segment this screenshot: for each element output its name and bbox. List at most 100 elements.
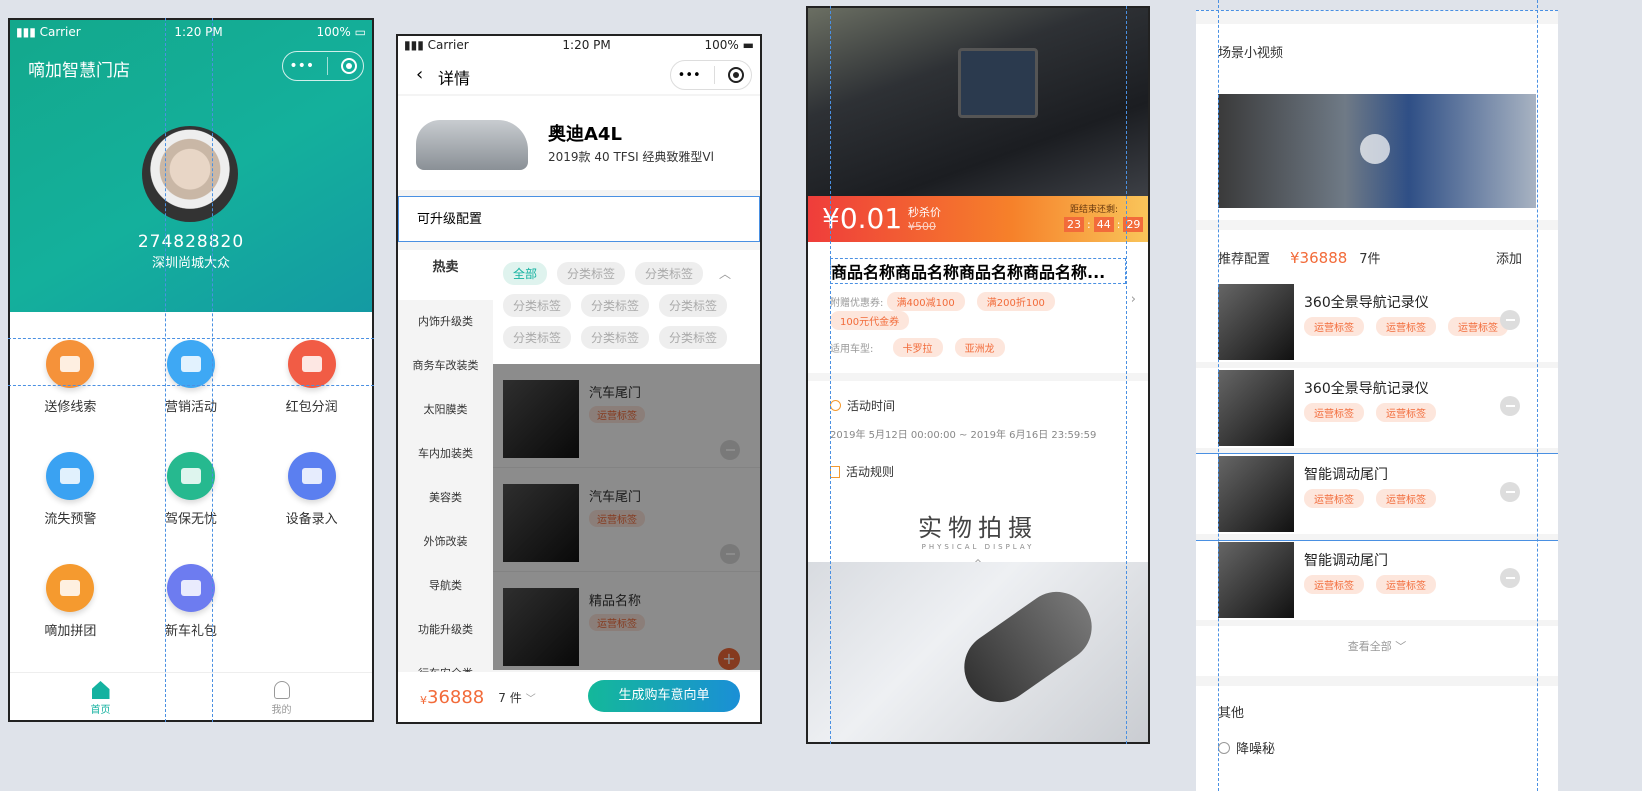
coupon-row: 附赠优惠券: 满400减100 满200折100100元代金券 › (830, 292, 1136, 330)
avatar[interactable] (142, 126, 238, 222)
category-tag[interactable]: 分类标签 (659, 294, 728, 317)
car-row: 适用车型: 卡罗拉 亚洲龙 (830, 338, 1126, 357)
tab-home[interactable]: 首页 (10, 673, 191, 720)
video-title: 场景小视频 (1218, 46, 1284, 61)
coupon-tag[interactable]: 满200折100 (976, 292, 1055, 311)
menu-item[interactable]: 设备录入 (251, 452, 372, 527)
recommend-price: ¥36888 (1290, 249, 1348, 267)
capsule-menu[interactable]: ••• (670, 60, 752, 90)
config-image (1218, 542, 1294, 618)
rules-row: 活动规则 (830, 463, 1126, 480)
clock-icon (830, 400, 841, 411)
category-item[interactable]: 功能升级类 (398, 608, 493, 652)
remove-icon[interactable] (1500, 482, 1520, 502)
recommend-label: 推荐配置 (1218, 252, 1271, 267)
remove-icon[interactable] (1500, 568, 1520, 588)
menu-item[interactable]: 红包分润 (251, 340, 372, 415)
config-image (1218, 370, 1294, 446)
menu-icon (46, 564, 95, 612)
car-tag: 亚洲龙 (954, 338, 1005, 357)
config-item[interactable]: 智能调动尾门 运营标签 运营标签 (1196, 453, 1558, 541)
guide-line (212, 18, 213, 722)
coupon-tag[interactable]: 100元代金券 (830, 311, 910, 330)
user-icon (273, 681, 290, 699)
guide-line (1537, 0, 1538, 791)
total-price: 36888 (427, 686, 485, 708)
chevron-down-icon[interactable]: ﹀ (526, 690, 536, 705)
category-tag[interactable]: 分类标签 (581, 294, 650, 317)
phone-screen-detail: ▮▮▮ Carrier 1:20 PM 100% ▬ ‹ 详情 ••• 奥迪A4… (396, 34, 762, 724)
flash-label: 秒杀价 (908, 206, 941, 219)
guide-line (830, 6, 831, 744)
add-button[interactable]: 添加 (1496, 248, 1522, 267)
remove-icon[interactable] (1500, 310, 1520, 330)
menu-item[interactable]: 嘀加拼团 (10, 564, 131, 639)
close-target-icon[interactable] (728, 67, 745, 83)
home-icon (91, 681, 110, 699)
item-count[interactable]: 7 件 (498, 689, 521, 706)
back-icon[interactable]: ‹ (416, 64, 423, 85)
video-section: 场景小视频 (1196, 24, 1558, 220)
tag-filter: 全部 分类标签 分类标签 ︿ 分类标签 分类标签 分类标签 分类标签 分类标签 … (493, 250, 760, 364)
bottom-bar: ¥ 36888 7 件 ﹀ 生成购车意向单 (398, 672, 760, 722)
close-target-icon[interactable] (340, 58, 357, 74)
category-item[interactable]: 商务车改装类 (398, 344, 493, 388)
section-title: 可升级配置 (398, 196, 760, 242)
chevron-right-icon[interactable]: › (1131, 292, 1136, 307)
view-all-button[interactable]: 查看全部 ﹀ (1196, 638, 1558, 654)
nav-title: 详情 (438, 69, 471, 88)
play-icon[interactable] (1360, 134, 1390, 164)
menu-item[interactable]: 新车礼包 (131, 564, 252, 639)
category-item[interactable]: 内饰升级类 (398, 300, 493, 344)
radio-icon[interactable] (1218, 741, 1230, 754)
submit-button[interactable]: 生成购车意向单 (588, 680, 740, 712)
photo-subtitle: PHYSICAL DISPLAY (921, 543, 1035, 551)
phone-screen-config: 场景小视频 推荐配置 ¥36888 7件 添加 360全景导航记录仪 运营标签 运营… (1196, 10, 1558, 791)
config-item[interactable]: 智能调动尾门 运营标签 运营标签 (1196, 540, 1558, 626)
flash-sale-bar: ¥0.01 秒杀价 ¥500 距结束还剩: 23: 44: 29 (808, 196, 1148, 242)
remove-icon[interactable] (1500, 396, 1520, 416)
more-dots-icon[interactable]: ••• (289, 58, 314, 74)
category-tag[interactable]: 分类标签 (557, 262, 626, 285)
category-item[interactable]: 太阳膜类 (398, 388, 493, 432)
category-item[interactable]: 车内加装类 (398, 432, 493, 476)
tab-mine[interactable]: 我的 (191, 673, 372, 720)
config-tag: 运营标签 (1376, 317, 1436, 336)
menu-item[interactable]: 送修线索 (10, 340, 131, 415)
category-tag[interactable]: 分类标签 (581, 326, 650, 349)
config-tag: 运营标签 (1304, 489, 1364, 508)
category-tag[interactable]: 分类标签 (503, 326, 572, 349)
menu-item[interactable]: 营销活动 (131, 340, 252, 415)
other-label: 其他 (1218, 706, 1245, 721)
other-item[interactable]: 降噪秘 (1218, 738, 1275, 757)
menu-icon (46, 340, 95, 388)
document-icon (830, 465, 840, 478)
coupon-tag[interactable]: 满400减100 (886, 292, 965, 311)
category-item[interactable]: 美容类 (398, 476, 493, 520)
menu-icon (46, 452, 95, 500)
tag-all[interactable]: 全部 (503, 262, 548, 285)
flash-price: ¥0.01 (822, 202, 903, 235)
config-item[interactable]: 360全景导航记录仪 运营标签 运营标签 运营标签 (1196, 282, 1558, 368)
chevron-down-icon: ﹀ (1395, 640, 1407, 653)
menu-item[interactable]: 流失预警 (10, 452, 131, 527)
battery-icon: ▬ (742, 38, 754, 52)
category-item[interactable]: 导航类 (398, 564, 493, 608)
phone-screen-home: ▮▮▮ Carrier 1:20 PM 100% ▭ 嘀加智慧门店 ••• 27… (8, 18, 374, 722)
menu-item[interactable]: 驾保无忧 (131, 452, 252, 527)
category-item[interactable]: 外饰改装 (398, 520, 493, 564)
config-name: 智能调动尾门 (1304, 467, 1388, 483)
category-tag[interactable]: 分类标签 (635, 262, 704, 285)
category-item[interactable]: 热卖 (398, 250, 493, 300)
battery-icon: ▭ (354, 25, 366, 39)
config-item[interactable]: 360全景导航记录仪 运营标签 运营标签 (1196, 368, 1558, 454)
more-dots-icon[interactable]: ••• (678, 68, 701, 83)
category-tag[interactable]: 分类标签 (503, 294, 572, 317)
screen-image (958, 48, 1038, 118)
config-name: 360全景导航记录仪 (1304, 295, 1429, 311)
video-thumbnail[interactable] (1218, 94, 1536, 208)
capsule-menu[interactable]: ••• (282, 51, 364, 81)
category-tag[interactable]: 分类标签 (659, 326, 728, 349)
config-list: 360全景导航记录仪 运营标签 运营标签 运营标签 360全景导航记录仪 运营标签 运营标签… (1196, 282, 1558, 626)
chevron-up-icon[interactable]: ︿ (719, 265, 731, 282)
